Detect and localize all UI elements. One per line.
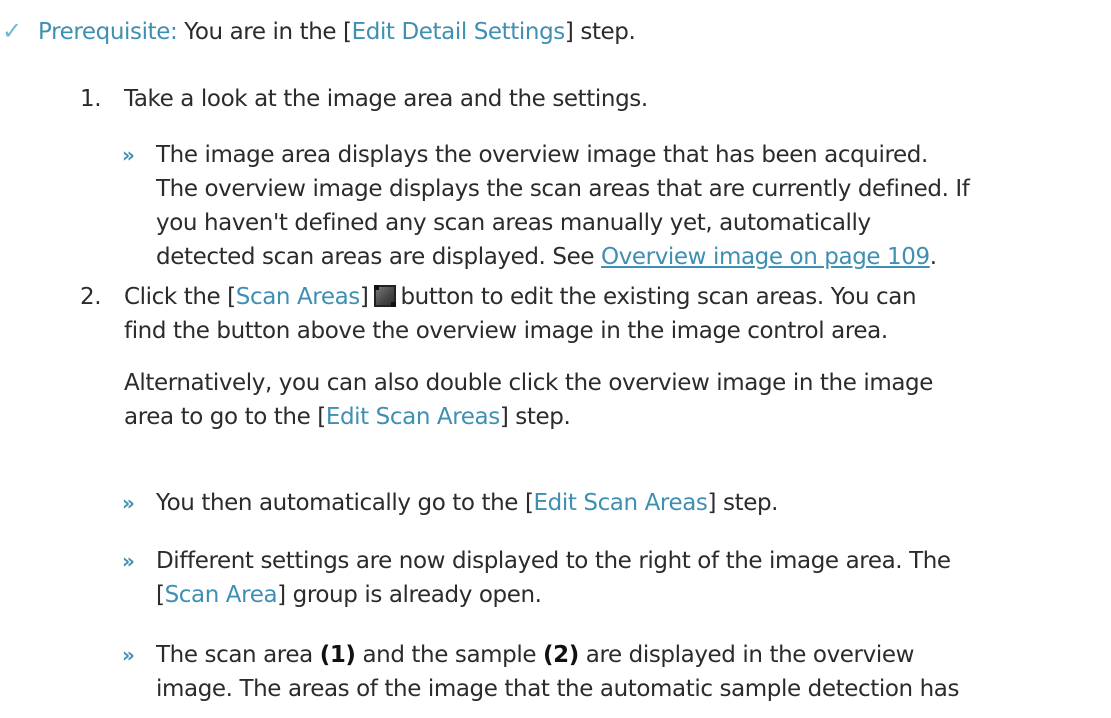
result-text: ] group is already open. [277,582,542,608]
result-line: image. The areas of the image that the a… [156,676,960,702]
ui-ref-edit-scan-areas: Edit Scan Areas [325,404,500,430]
step-text: Take a look at the image area and the se… [124,86,648,112]
checkmark-icon: ✓ [2,17,22,45]
result-text: and the sample [355,642,544,668]
step-line: find the button above the overview image… [124,318,888,344]
result-line: The scan area (1) and the sample (2) are… [156,638,959,672]
ui-ref-scan-area: Scan Area [164,582,278,608]
step-text: ] step. [499,404,571,430]
prerequisite-label: Prerequisite: [38,19,178,45]
result-text: [ [156,582,165,608]
step-text: button to edit the existing scan areas. … [400,284,917,310]
step-number: 1. [80,86,102,112]
scan-areas-icon [374,285,397,307]
result-line: Different settings are now displayed to … [156,548,951,574]
ui-ref-scan-areas: Scan Areas [235,284,361,310]
step-line: Alternatively, you can also double click… [124,370,934,396]
step-text: ] [359,284,369,310]
result-line: The image area displays the overview ima… [156,142,928,168]
step-line: Click the [Scan Areas] button to edit the… [124,280,933,314]
prerequisite-line: ✓ Prerequisite: You are in the [Edit Deta… [0,14,636,49]
result-text: The scan area [156,642,320,668]
document-page: ✓ Prerequisite: You are in the [Edit Deta… [0,0,1111,718]
result-text: detected scan areas are displayed. See [156,244,601,270]
result-arrow-icon: » [122,549,135,573]
overview-image-link[interactable]: Overview image on page 109 [601,244,930,270]
callout-2: (2) [543,642,579,668]
result-arrow-icon: » [122,643,135,667]
result-line: you haven't defined any scan areas manua… [156,210,871,236]
step-text: area to go to the [ [124,404,326,430]
result-arrow-icon: » [122,143,135,167]
result-line: detected scan areas are displayed. See O… [156,240,970,274]
result-arrow-icon: » [122,491,135,515]
ui-ref-edit-detail-settings: Edit Detail Settings [351,19,566,45]
result-text: are displayed in the overview [578,642,915,668]
step-text: Click the [ [124,284,236,310]
step-number: 2. [80,284,102,310]
result-text: . [929,244,937,270]
result-line: [Scan Area] group is already open. [156,578,951,612]
prerequisite-text: You are in the [ [177,19,352,45]
result-text: You then automatically go to the [ [156,490,534,516]
step-line: area to go to the [Edit Scan Areas] step… [124,400,933,434]
result-line: The overview image displays the scan are… [156,176,970,202]
ui-ref-edit-scan-areas: Edit Scan Areas [533,490,708,516]
prerequisite-text-end: ] step. [564,19,636,45]
callout-1: (1) [319,642,356,668]
result-text: ] step. [707,490,779,516]
